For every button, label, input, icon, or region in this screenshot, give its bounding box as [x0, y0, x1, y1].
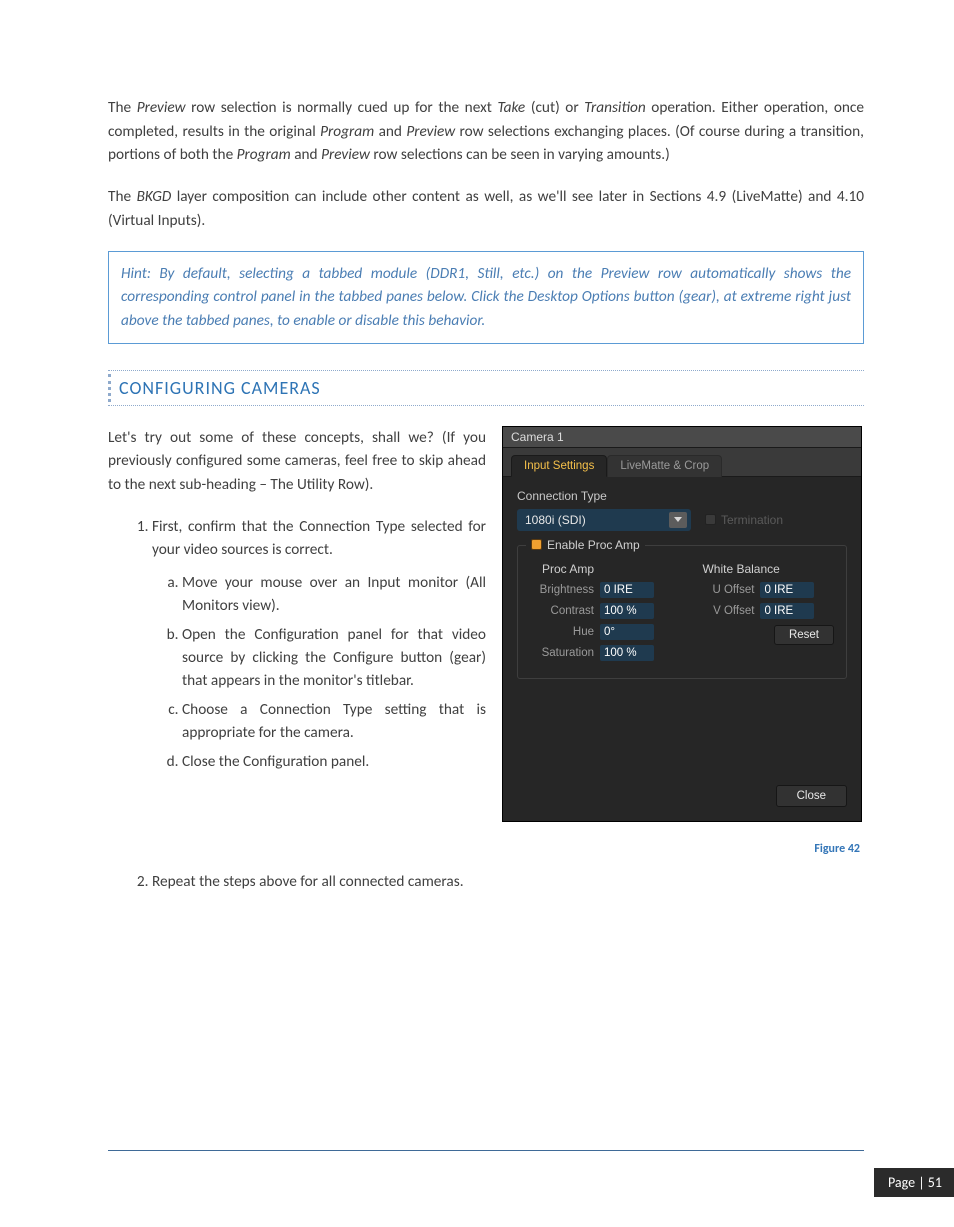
- connection-type-select[interactable]: 1080i (SDI): [517, 509, 691, 531]
- dialog-spacer: [517, 679, 847, 771]
- paragraph-bkgd: The BKGD layer composition can include o…: [108, 185, 864, 232]
- connection-type-value: 1080i (SDI): [525, 513, 586, 527]
- saturation-label: Saturation: [530, 647, 594, 659]
- contrast-label: Contrast: [530, 605, 594, 617]
- enable-proc-amp-checkbox[interactable]: Enable Proc Amp: [526, 538, 645, 552]
- intro-paragraph: Let's try out some of these concepts, sh…: [108, 426, 486, 497]
- numbered-list-cont: Repeat the steps above for all connected…: [108, 870, 864, 894]
- brightness-label: Brightness: [530, 584, 594, 596]
- list-item-2: Repeat the steps above for all connected…: [152, 870, 864, 894]
- list-item-1: First, confirm that the Connection Type …: [152, 515, 486, 774]
- proc-amp-heading: Proc Amp: [530, 562, 684, 576]
- tab-livematte-crop[interactable]: LiveMatte & Crop: [607, 455, 722, 477]
- alpha-item-a: Move your mouse over an Input monitor (A…: [182, 572, 486, 618]
- enable-proc-amp-label: Enable Proc Amp: [547, 538, 640, 552]
- hue-input[interactable]: 0°: [600, 624, 654, 640]
- voffset-input[interactable]: 0 IRE: [760, 603, 814, 619]
- numbered-list: First, confirm that the Connection Type …: [108, 515, 486, 774]
- close-button[interactable]: Close: [776, 785, 847, 807]
- hint-box: Hint: By default, selecting a tabbed mod…: [108, 251, 864, 344]
- saturation-input[interactable]: 100 %: [600, 645, 654, 661]
- checkbox-checked-icon: [531, 539, 542, 550]
- section-heading-container: CONFIGURING CAMERAS: [108, 370, 864, 406]
- white-balance-heading: White Balance: [702, 562, 834, 576]
- dropdown-button[interactable]: [669, 512, 687, 528]
- uoffset-input[interactable]: 0 IRE: [760, 582, 814, 598]
- termination-label: Termination: [721, 513, 783, 527]
- reset-button[interactable]: Reset: [774, 625, 834, 645]
- brightness-input[interactable]: 0 IRE: [600, 582, 654, 598]
- voffset-label: V Offset: [702, 605, 754, 617]
- figure-caption: Figure 42: [502, 842, 864, 856]
- checkbox-icon: [705, 514, 716, 525]
- dialog-tabs: Input Settings LiveMatte & Crop: [503, 448, 861, 476]
- list-item-1-text: First, confirm that the Connection Type …: [152, 517, 486, 560]
- proc-amp-group: Enable Proc Amp Proc Amp Brightness 0 IR…: [517, 545, 847, 679]
- dialog-title: Camera 1: [503, 427, 861, 448]
- camera-dialog: Camera 1 Input Settings LiveMatte & Crop…: [502, 426, 862, 822]
- contrast-input[interactable]: 100 %: [600, 603, 654, 619]
- alpha-list: Move your mouse over an Input monitor (A…: [152, 572, 486, 774]
- alpha-item-d: Close the Configuration panel.: [182, 751, 486, 774]
- chevron-down-icon: [674, 517, 682, 522]
- paragraph-preview: The Preview row selection is normally cu…: [108, 96, 864, 167]
- hue-label: Hue: [530, 626, 594, 638]
- section-heading: CONFIGURING CAMERAS: [119, 377, 864, 399]
- page-number: Page | 51: [874, 1168, 954, 1197]
- hint-text: Hint: By default, selecting a tabbed mod…: [121, 262, 851, 333]
- uoffset-label: U Offset: [702, 584, 754, 596]
- alpha-item-c: Choose a Connection Type setting that is…: [182, 699, 486, 745]
- footer-rule: [108, 1150, 864, 1151]
- connection-type-label: Connection Type: [517, 489, 847, 503]
- alpha-item-b: Open the Configuration panel for that vi…: [182, 624, 486, 693]
- tab-input-settings[interactable]: Input Settings: [511, 455, 607, 477]
- termination-checkbox[interactable]: Termination: [705, 513, 783, 527]
